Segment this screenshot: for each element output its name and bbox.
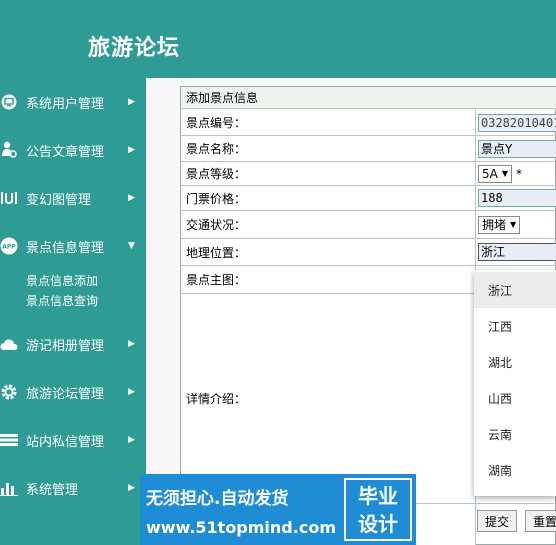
dropdown-option[interactable]: 浙江 [474,272,556,308]
sidebar-item-label: 旅游论坛管理 [26,386,105,402]
users-gear-icon [0,141,18,159]
scenic-number-input[interactable]: 03282010401 [478,113,556,132]
ticket-price-input[interactable]: 188 [478,189,556,207]
dropdown-option[interactable]: 山西 [474,380,556,416]
dropdown-option[interactable]: 江西 [474,308,556,344]
triangle-down-icon: ▼ [501,169,508,178]
watermark-slogan: 无须担心.自动发货 [146,489,289,509]
field-label: 景点等级： [181,162,475,185]
chevron-right-icon: ▶ [128,339,135,349]
field-value-cell: 景点Y [475,136,556,161]
field-label: 景点主图： [181,266,475,293]
sidebar-item-system[interactable]: 系统管理 ▶ [0,476,146,500]
chevron-right-icon: ▶ [128,97,135,107]
sidebar-item-label: 游记相册管理 [26,338,105,354]
sidebar-subitem-scenic-add[interactable]: 景点信息添加 [26,272,98,289]
scenic-level-select[interactable]: 5A ▼ [478,164,512,183]
svg-text:APP: APP [2,244,16,251]
field-value-cell: 03282010401 [475,110,556,135]
chevron-right-icon: ▶ [128,193,135,203]
sidebar-item-announcements[interactable]: 公告文章管理 ▶ [0,138,146,162]
scenic-name-input[interactable]: 景点Y [478,139,556,158]
location-input[interactable]: 浙江 [478,243,556,261]
field-label: 地理位置： [181,239,475,265]
bracket-icon [0,189,18,207]
triangle-down-icon: ▼ [510,220,517,229]
chevron-right-icon: ▶ [128,387,135,397]
traffic-select[interactable]: 拥堵 ▼ [478,215,521,234]
sidebar-item-carousel[interactable]: 变幻图管理 ▶ [0,186,146,210]
field-label: 景点名称： [181,136,475,161]
sidebar-item-label: 站内私信管理 [26,434,105,450]
app-title: 旅游论坛 [88,35,181,61]
submit-button[interactable]: 提交 [477,510,517,532]
form-row-traffic: 交通状况： 拥堵 ▼ [181,211,556,239]
reset-button[interactable]: 重置 [525,510,556,532]
chevron-down-icon: ▼ [128,241,135,251]
sidebar-subitem-scenic-query[interactable]: 景点信息查询 [26,292,98,309]
select-value: 拥堵 [482,218,507,232]
form-row-price: 门票价格： 188 [181,186,556,211]
app-icon: APP [0,237,18,255]
dropdown-option[interactable]: 湖南 [474,452,556,488]
sidebar-item-label: 变幻图管理 [26,192,92,208]
watermark-badge-line2: 设计 [358,512,398,536]
field-label: 景点编号： [181,110,475,135]
form-row-name: 景点名称： 景点Y [181,136,556,162]
form-row-location: 地理位置： 浙江 [181,239,556,266]
field-value-cell: 5A ▼ * [475,162,556,185]
required-marker: * [516,166,522,181]
cloud-icon [0,335,18,353]
sidebar-item-forum[interactable]: 旅游论坛管理 ▶ [0,380,146,404]
form-row-number: 景点编号： 03282010401 [181,110,556,136]
watermark-badge-line1: 毕业 [358,484,398,508]
sidebar-item-system-users[interactable]: 系统用户管理 ▶ [0,90,146,114]
select-value: 5A [482,166,498,181]
stack-icon [0,431,18,449]
watermark-url: www.51topmind.com [146,518,336,537]
sidebar-item-label: 系统管理 [26,482,79,498]
chevron-right-icon: ▶ [128,145,135,155]
gear-icon [0,383,18,401]
field-label: 交通状况： [181,211,475,238]
watermark-banner: 无须担心.自动发货 www.51topmind.com 毕业 设计 [140,474,416,545]
sidebar-item-label: 公告文章管理 [26,144,105,160]
field-label: 详情介绍： [181,294,475,503]
watermark-badge: 毕业 设计 [344,478,412,541]
field-label: 门票价格： [181,186,475,210]
form-row-level: 景点等级： 5A ▼ * [181,162,556,186]
bar-chart-icon [0,479,18,497]
dropdown-option[interactable]: 湖北 [474,344,556,380]
monitor-icon [0,93,18,111]
sidebar-item-scenic-info[interactable]: APP 景点信息管理 ▼ [0,234,146,258]
dropdown-option[interactable]: 云南 [474,416,556,452]
field-value-cell: 浙江 [475,239,556,265]
location-dropdown: 浙江 江西 湖北 山西 云南 湖南 [474,270,556,496]
sidebar-item-label: 景点信息管理 [26,240,105,256]
sidebar-item-label: 系统用户管理 [26,96,105,112]
form-caption: 添加景点信息 [181,87,556,109]
sidebar-item-private-messages[interactable]: 站内私信管理 ▶ [0,428,146,452]
field-value-cell: 188 [475,186,556,210]
chevron-right-icon: ▶ [128,483,135,493]
sidebar-item-travel-album[interactable]: 游记相册管理 ▶ [0,332,146,356]
chevron-right-icon: ▶ [128,435,135,445]
field-value-cell: 拥堵 ▼ [475,211,556,238]
